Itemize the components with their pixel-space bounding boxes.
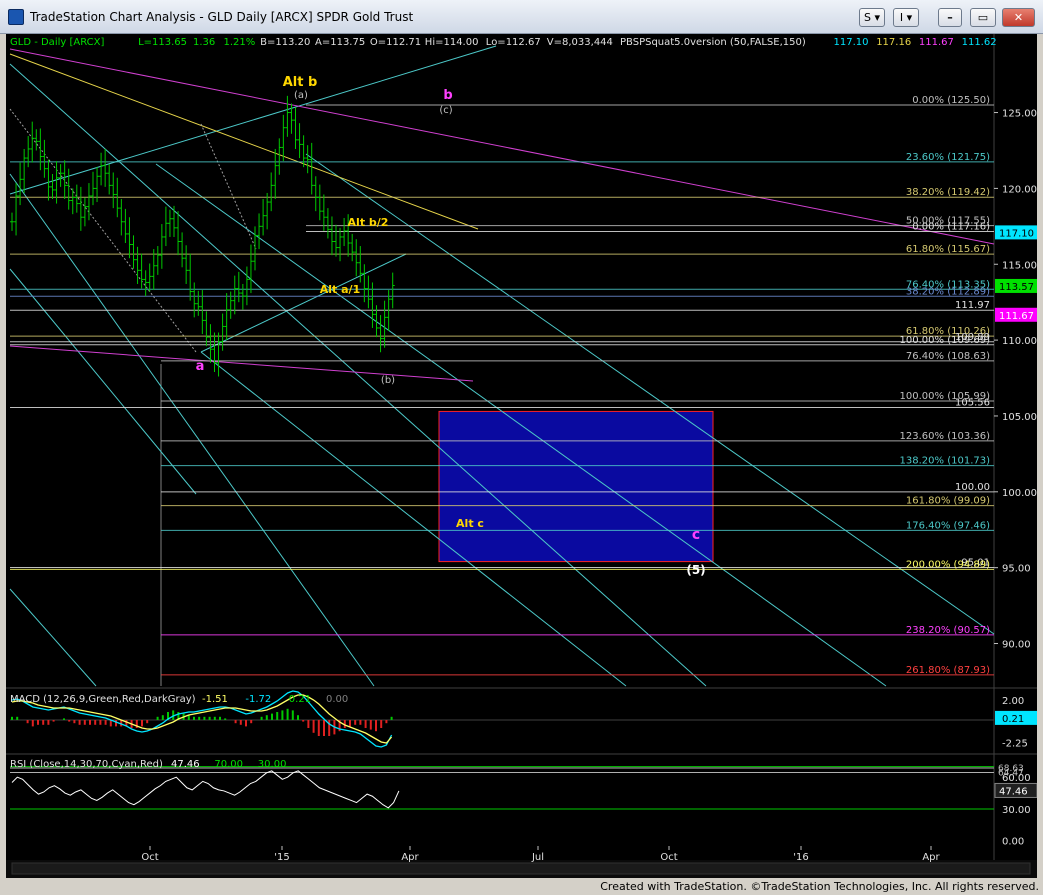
price-header-field: 111.62	[962, 37, 997, 48]
fib-level-label: 238.20% (90.57)	[906, 625, 990, 636]
minimize-button[interactable]: –	[938, 8, 962, 27]
fib-level-label: 138.20% (101.73)	[900, 456, 991, 467]
fib-level-label: 105.56	[955, 397, 990, 408]
last-price-tag-text: 111.67	[999, 311, 1034, 322]
rsi-header-value: 47.46	[171, 759, 200, 770]
rsi-tick-label: 60.00	[1002, 773, 1031, 784]
macd-header-name: MACD (12,26,9,Green,Red,DarkGray)	[10, 694, 196, 705]
wave-label: (a)	[294, 90, 308, 101]
copyright-text: Created with TradeStation. ©TradeStation…	[600, 880, 1039, 893]
macd-header-value: -1.72	[245, 694, 271, 705]
macd-value-tag-text: 0.21	[1002, 714, 1024, 725]
price-header-field: A=113.75	[315, 37, 365, 48]
rsi-header-value: 70.00	[214, 759, 243, 770]
time-tick-label: '15	[274, 852, 289, 863]
horizontal-scrollbar	[11, 862, 1031, 875]
time-tick-label: '16	[793, 852, 808, 863]
macd-header-value: 0.00	[326, 694, 348, 705]
time-tick-label: Oct	[660, 852, 677, 863]
indicator-menu-button[interactable]: I ▾	[893, 8, 919, 27]
minimize-icon: –	[947, 11, 953, 24]
indicator-menu-label: I	[899, 11, 904, 24]
symbol-menu-button[interactable]: S ▾	[859, 8, 885, 27]
price-tick-label: 90.00	[1002, 640, 1031, 651]
close-icon: ✕	[1013, 11, 1024, 24]
macd-tick-label: 2.00	[1002, 696, 1024, 707]
macd-header-value: 0.21	[289, 694, 311, 705]
price-header-field: PBSPSquat5.0version (50,FALSE,150)	[620, 37, 806, 48]
status-bar: Created with TradeStation. ©TradeStation…	[0, 878, 1043, 895]
tradestation-app-icon	[8, 9, 24, 25]
fib-level-label: 111.97	[955, 300, 990, 311]
last-price-tag-text: 113.57	[999, 282, 1034, 293]
wave-label: Alt b	[283, 75, 318, 90]
last-price-tag-text: 117.10	[999, 228, 1034, 239]
close-button[interactable]: ✕	[1002, 8, 1035, 27]
price-tick-label: 95.00	[1002, 564, 1031, 575]
wave-label: (5)	[686, 563, 705, 577]
fib-level-label: 123.60% (103.36)	[900, 431, 991, 442]
wave-label: Alt c	[456, 517, 484, 530]
price-header-field: GLD - Daily [ARCX]	[10, 37, 104, 48]
rsi-value-tag-text: 47.46	[999, 786, 1028, 797]
wave-label: b	[443, 88, 452, 103]
wave-label: a	[196, 359, 205, 374]
price-header-field: 117.16	[876, 37, 911, 48]
price-tick-label: 115.00	[1002, 260, 1037, 271]
fib-level-label: 161.80% (99.09)	[906, 496, 990, 507]
fib-level-label: 61.80% (115.67)	[906, 244, 990, 255]
price-header-field: L=113.65	[138, 37, 187, 48]
price-tick-label: 105.00	[1002, 412, 1037, 423]
wave-label: Alt a/1	[320, 283, 360, 296]
maximize-icon: ▭	[977, 11, 989, 24]
price-header-field: 117.10	[834, 37, 869, 48]
macd-header-value: -1.51	[202, 694, 228, 705]
fib-level-label: 176.40% (97.46)	[906, 520, 990, 531]
fib-level-label: 0.00% (125.50)	[912, 95, 990, 106]
price-header-field: 111.67	[919, 37, 954, 48]
wave-label: Alt b/2	[348, 216, 389, 229]
fib-level-label: 100.00	[955, 482, 990, 493]
target-box	[438, 410, 714, 563]
price-header-field: 1.36	[193, 37, 215, 48]
rsi-tick-label: 0.00	[1002, 837, 1024, 848]
fib-level-label: 200.00% (94.89)	[906, 559, 990, 570]
window-title: TradeStation Chart Analysis - GLD Daily …	[30, 10, 414, 24]
price-header-field: 1.21%	[224, 37, 256, 48]
rsi-tick-label: 30.00	[1002, 805, 1031, 816]
time-tick-label: Oct	[141, 852, 158, 863]
wave-label: (c)	[439, 105, 452, 116]
time-tick-label: Apr	[401, 852, 419, 863]
price-header-field: O=112.71	[370, 37, 421, 48]
wave-label: c	[692, 527, 700, 543]
symbol-menu-label: S	[863, 11, 871, 24]
rsi-header-name: RSI (Close,14,30,70,Cyan,Red)	[10, 759, 163, 770]
chart-canvas[interactable]: 0.00% (125.50) 23.60% (121.75) 38.20% (119…	[6, 34, 1038, 878]
time-tick-label: Apr	[922, 852, 940, 863]
target-box-layer	[438, 410, 714, 563]
maximize-button[interactable]: ▭	[970, 8, 996, 27]
price-header-field: Hi=114.00	[425, 37, 479, 48]
price-header-field: Lo=112.67	[486, 37, 541, 48]
price-tick-label: 125.00	[1002, 109, 1037, 120]
price-header-field: B=113.20	[260, 37, 310, 48]
price-header-field: V=8,033,444	[547, 37, 613, 48]
fib-level-label: 76.40% (108.63)	[906, 351, 990, 362]
price-tick-label: 120.00	[1002, 184, 1037, 195]
fib-level-label: 38.20% (112.89)	[906, 286, 990, 297]
window-titlebar: TradeStation Chart Analysis - GLD Daily …	[0, 0, 1043, 34]
rsi-header-value: 30.00	[258, 759, 287, 770]
price-tick-label: 100.00	[1002, 488, 1037, 499]
fib-level-label: 261.80% (87.93)	[906, 665, 990, 676]
price-tick-label: 110.00	[1002, 336, 1037, 347]
fib-level-label: 23.60% (121.75)	[906, 152, 990, 163]
time-tick-label: Jul	[531, 852, 544, 863]
chart-area[interactable]: 0.00% (125.50) 23.60% (121.75) 38.20% (119…	[6, 34, 1038, 878]
macd-tick-label: -2.25	[1002, 739, 1028, 750]
fib-level-label: 38.20% (119.42)	[906, 187, 990, 198]
wave-label: (b)	[381, 375, 395, 386]
fib-level-label: 100.00% (109.69)	[900, 335, 991, 346]
fib-level-label: 0.00% (117.16)	[912, 221, 990, 232]
